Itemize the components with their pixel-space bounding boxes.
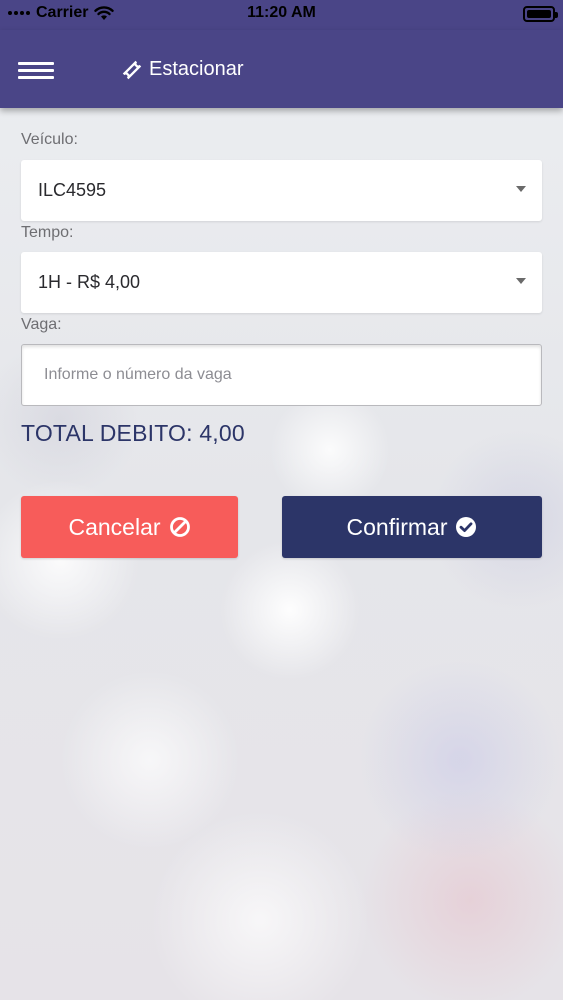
page-title-text: Estacionar [149,58,244,80]
chevron-down-icon [516,186,526,192]
page-title: Estacionar [121,58,244,81]
total-debit: TOTAL DEBITO: 4,00 [21,420,245,446]
hamburger-menu-icon[interactable] [18,61,54,81]
ban-icon [169,517,190,537]
chevron-down-icon [516,278,526,284]
time-label: Tempo: [21,224,74,241]
spot-label: Vaga: [21,316,62,333]
cancel-button-label: Cancelar [68,513,161,540]
vehicle-select[interactable]: ILC4595 [21,160,542,221]
confirm-button-label: Confirmar [346,513,448,540]
time-select[interactable]: 1H - R$ 4,00 [21,252,542,313]
top-navbar: Estacionar [0,30,563,108]
battery-icon [523,6,558,22]
check-circle-icon [456,517,477,537]
confirm-button[interactable]: Confirmar [282,496,542,558]
spot-input[interactable] [21,344,542,406]
vehicle-select-value: ILC4595 [38,180,107,200]
cancel-button[interactable]: Cancelar [21,496,238,558]
ticket-icon [122,60,142,79]
vehicle-label: Veículo: [21,131,78,148]
status-time: 11:20 AM [247,4,316,21]
time-select-value: 1H - R$ 4,00 [38,272,141,292]
status-bar: Carrier 11:20 AM [0,0,563,30]
